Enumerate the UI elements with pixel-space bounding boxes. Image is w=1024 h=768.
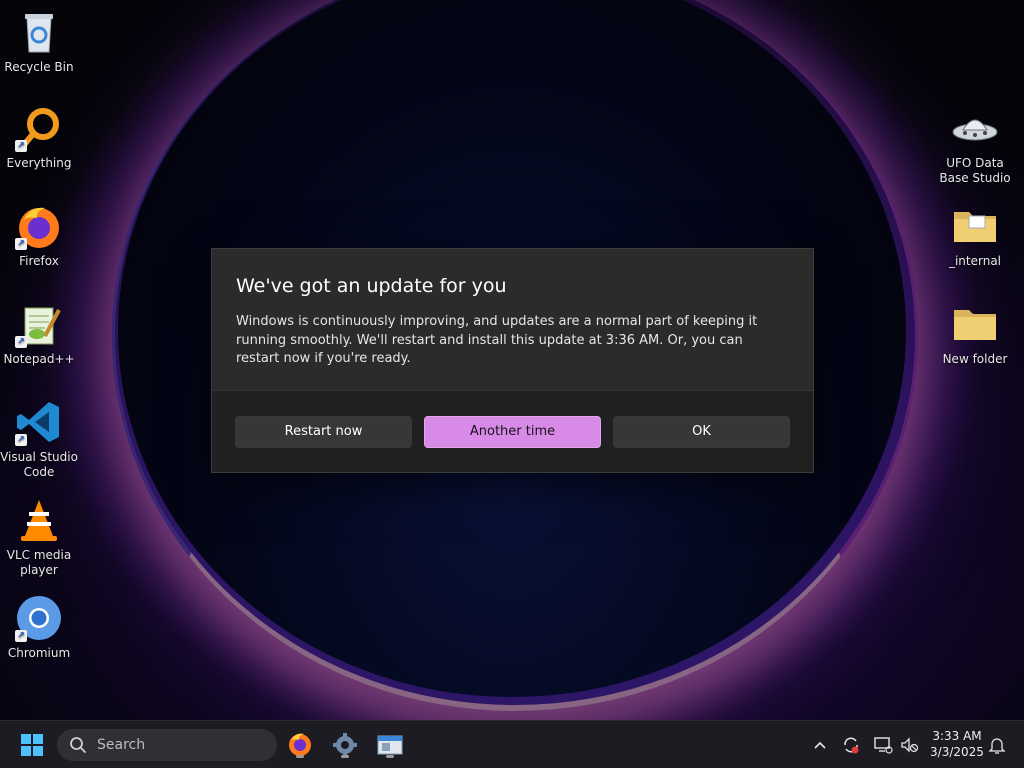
clock-date: 3/3/2025 <box>930 745 984 759</box>
folder-icon <box>951 202 999 250</box>
shortcut-arrow-icon: ↗ <box>15 238 27 250</box>
desktop-icon-label: UFO Data Base Studio <box>939 156 1011 185</box>
vlc-icon <box>15 496 63 544</box>
desktop-icon-label: _internal <box>948 254 1002 268</box>
tray-network-button[interactable] <box>873 735 893 755</box>
desktop-icon-label: Visual Studio Code <box>0 450 78 479</box>
search-icon <box>70 737 86 753</box>
shortcut-arrow-icon: ↗ <box>15 434 27 446</box>
shortcut-arrow-icon: ↗ <box>15 140 27 152</box>
folder-icon <box>951 300 999 348</box>
windows-logo-icon <box>21 734 43 756</box>
chromium-icon: ↗ <box>15 594 63 642</box>
desktop-icon-everything[interactable]: ↗ Everything <box>0 104 78 171</box>
tray-volume-button[interactable] <box>899 735 919 755</box>
restart-now-button[interactable]: Restart now <box>235 415 412 448</box>
shortcut-arrow-icon: ↗ <box>15 630 27 642</box>
dialog-title: We've got an update for you <box>236 275 507 297</box>
taskbar: Search 3:33 AM 3/3/2025 <box>0 720 1024 768</box>
start-button[interactable] <box>18 729 46 761</box>
running-indicator <box>296 755 304 758</box>
show-hidden-icons-button[interactable] <box>810 735 830 755</box>
desktop-icon-label: Firefox <box>19 254 59 268</box>
ufo-icon <box>951 104 999 152</box>
notifications-button[interactable] <box>987 735 1007 755</box>
desktop-icon-new-folder[interactable]: New folder <box>936 300 1014 367</box>
volume-muted-icon <box>901 737 919 753</box>
desktop-icon-vlc[interactable]: VLC media player <box>0 496 78 578</box>
desktop-icon-internal-folder[interactable]: _internal <box>936 202 1014 269</box>
sync-alert-icon <box>844 737 859 754</box>
desktop-icon-chromium[interactable]: ↗ Chromium <box>0 594 78 661</box>
ok-button[interactable]: OK <box>613 415 790 448</box>
desktop-icon-label: VLC media player <box>6 548 72 577</box>
taskbar-clock[interactable]: 3:33 AM 3/3/2025 <box>924 728 990 760</box>
desktop-icon-notepadpp[interactable]: ↗ Notepad++ <box>0 300 78 367</box>
everything-search-icon: ↗ <box>15 104 63 152</box>
chevron-up-icon <box>814 741 826 749</box>
firefox-icon: ↗ <box>15 202 63 250</box>
desktop-icon-label: Recycle Bin <box>4 60 74 74</box>
running-indicator <box>341 755 349 758</box>
network-icon <box>874 737 893 754</box>
taskbar-settings-button[interactable] <box>331 729 359 761</box>
clock-time: 3:33 AM <box>932 729 982 743</box>
shortcut-arrow-icon: ↗ <box>15 336 27 348</box>
desktop-icon-recycle-bin[interactable]: Recycle Bin <box>0 8 78 75</box>
notification-bell-icon <box>988 738 1006 754</box>
recycle-bin-icon <box>15 8 63 56</box>
desktop-icon-label: Notepad++ <box>3 352 75 366</box>
dialog-message: Windows is continuously improving, and u… <box>236 314 758 366</box>
taskbar-firefox-button[interactable] <box>286 729 314 761</box>
running-indicator <box>386 755 394 758</box>
dialog-footer: Restart now Another time OK <box>212 390 813 472</box>
desktop-icon-label: Everything <box>6 156 72 170</box>
desktop-icon-firefox[interactable]: ↗ Firefox <box>0 202 78 269</box>
desktop-icon-vscode[interactable]: ↗ Visual Studio Code <box>0 398 78 480</box>
another-time-button[interactable]: Another time <box>424 415 601 448</box>
search-placeholder: Search <box>97 737 146 753</box>
dialog-content: We've got an update for you Windows is c… <box>212 249 813 367</box>
desktop-icon-label: New folder <box>942 352 1008 366</box>
update-dialog: We've got an update for you Windows is c… <box>211 248 814 473</box>
vscode-icon: ↗ <box>15 398 63 446</box>
taskbar-search-box[interactable]: Search <box>57 729 277 761</box>
notepad-plus-plus-icon: ↗ <box>15 300 63 348</box>
desktop-icon-ufo-studio[interactable]: UFO Data Base Studio <box>936 104 1014 186</box>
tray-sync-button[interactable] <box>841 735 861 755</box>
desktop-icon-label: Chromium <box>7 646 71 660</box>
taskbar-explorer-button[interactable] <box>376 729 404 761</box>
